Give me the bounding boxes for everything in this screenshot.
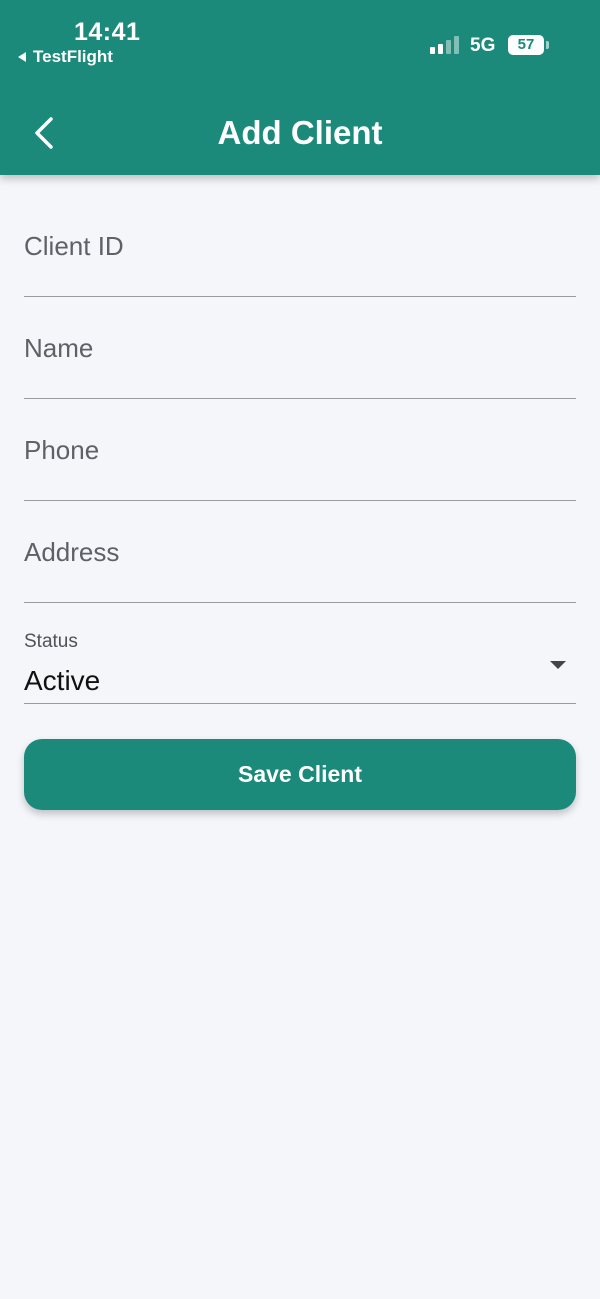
save-client-button[interactable]: Save Client [24, 739, 576, 810]
cellular-signal-icon [430, 36, 459, 54]
dropdown-caret-icon [550, 661, 566, 669]
battery-level: 57 [508, 35, 544, 55]
status-value: Active [24, 665, 101, 696]
network-label: 5G [470, 35, 496, 56]
add-client-form: Status Active [24, 195, 576, 704]
page-title: Add Client [217, 114, 383, 151]
app-header: 14:41 TestFlight 5G 57 Add Client [0, 0, 600, 175]
name-field [24, 297, 576, 399]
phone-field [24, 399, 576, 501]
status-back-link[interactable]: TestFlight [18, 47, 113, 67]
battery-icon: 57 [508, 35, 550, 55]
status-back-label: TestFlight [33, 47, 113, 66]
status-label: Status [24, 631, 78, 652]
address-input[interactable] [24, 501, 576, 601]
phone-input[interactable] [24, 399, 576, 499]
address-field [24, 501, 576, 603]
name-input[interactable] [24, 297, 576, 397]
status-select[interactable]: Status Active [24, 603, 576, 704]
battery-tip [546, 41, 549, 49]
client-id-input[interactable] [24, 195, 576, 295]
client-id-field [24, 195, 576, 297]
status-time: 14:41 [74, 18, 141, 46]
back-triangle-icon [18, 52, 26, 62]
